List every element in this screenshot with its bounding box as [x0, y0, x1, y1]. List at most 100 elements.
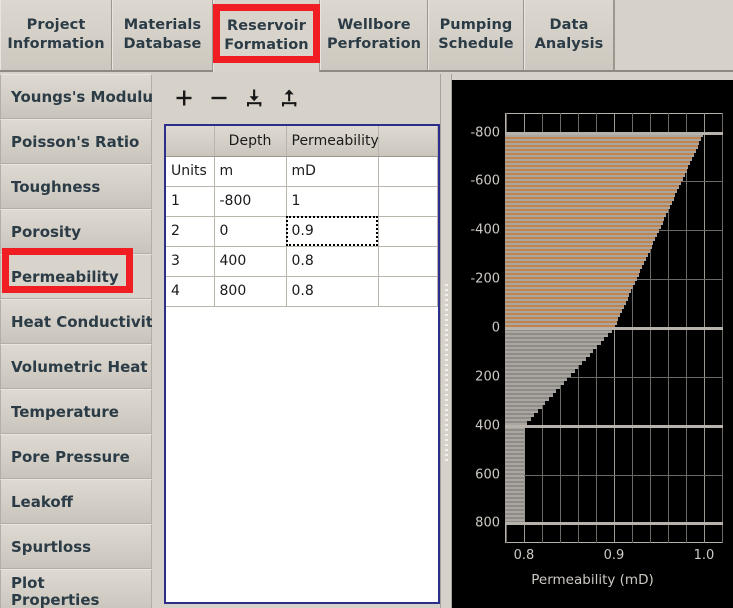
chart-horizon-line: [505, 327, 723, 330]
sidebar-item-label: Heat Conductivity: [11, 312, 152, 331]
table-row: 4 800 0.8: [166, 276, 438, 307]
cell-depth[interactable]: -800: [214, 186, 287, 217]
sidebar-item-label: Pore Pressure: [11, 447, 130, 466]
sidebar-item-temperature[interactable]: Temperature: [0, 389, 152, 434]
cell-filler: [378, 246, 438, 277]
cell-permeability[interactable]: 0.8: [286, 246, 379, 277]
add-row-button[interactable]: [170, 84, 198, 112]
cell-filler: [378, 156, 438, 187]
panel-splitter[interactable]: [440, 74, 452, 608]
row-header[interactable]: 1: [166, 186, 215, 217]
tab-bar-filler: [614, 0, 733, 70]
column-header-permeability[interactable]: Permeability: [286, 126, 379, 157]
tab-label: Wellbore Perforation: [326, 17, 422, 52]
row-header-empty: [166, 306, 215, 307]
remove-row-button[interactable]: [205, 84, 233, 112]
export-icon: [279, 88, 299, 108]
sidebar-item-label: Leakoff: [11, 492, 73, 511]
sidebar-item-label: Porosity: [11, 222, 82, 241]
tab-pumping-schedule[interactable]: Pumping Schedule: [428, 0, 524, 70]
sidebar-item-toughness[interactable]: Toughness: [0, 164, 152, 209]
sidebar-item-porosity[interactable]: Porosity: [0, 209, 152, 254]
table-corner-header[interactable]: [166, 126, 215, 157]
row-header[interactable]: 4: [166, 276, 215, 307]
cell-depth[interactable]: 800: [214, 276, 287, 307]
chart-y-tick-label: -800: [470, 125, 500, 141]
table-empty-space: [166, 306, 438, 307]
chart-y-tick-label: -600: [470, 173, 500, 189]
chart-y-tick-label: -400: [470, 222, 500, 238]
tab-project-information[interactable]: Project Information: [0, 0, 112, 70]
chart-x-tick-label: 0.9: [603, 548, 625, 563]
sidebar-item-spurtloss[interactable]: Spurtloss: [0, 524, 152, 569]
tab-label: Reservoir Formation: [224, 18, 309, 53]
chart-y-tick-label: 200: [475, 369, 500, 385]
table-row-units: Units m mD: [166, 156, 438, 187]
row-header[interactable]: 2: [166, 216, 215, 247]
sidebar-item-permeability[interactable]: Permeability: [0, 254, 152, 299]
cell-permeability[interactable]: 0.8: [286, 276, 379, 307]
tab-label: Data Analysis: [534, 17, 604, 52]
chart-plot-area[interactable]: [505, 113, 723, 543]
property-sidebar: Youngs's Modulus Poisson's Ratio Toughness…: [0, 74, 152, 608]
tab-materials-database[interactable]: Materials Database: [112, 0, 213, 70]
sidebar-item-volumetric-heat-capacity[interactable]: Volumetric Heat C: [0, 344, 152, 389]
chart-x-axis-labels: 0.8 0.9 1.0: [505, 548, 723, 568]
tab-data-analysis[interactable]: Data Analysis: [524, 0, 614, 70]
cell-units-permeability[interactable]: mD: [286, 156, 379, 187]
import-button[interactable]: [240, 84, 268, 112]
plus-icon: [174, 88, 194, 108]
cell-permeability[interactable]: 0.9: [286, 216, 379, 247]
chart-x-axis-title: Permeability (mD): [531, 572, 654, 588]
table-row: 2 0 0.9: [166, 216, 438, 247]
chart-y-tick-label: 800: [475, 515, 500, 531]
column-header-depth[interactable]: Depth: [214, 126, 287, 157]
cell-filler: [378, 186, 438, 217]
table-row: 3 400 0.8: [166, 246, 438, 277]
tab-reservoir-formation[interactable]: Reservoir Formation: [213, 0, 320, 72]
chart-x-tick-label: 0.8: [513, 548, 535, 563]
tab-wellbore-perforation[interactable]: Wellbore Perforation: [320, 0, 428, 70]
sidebar-item-label: Temperature: [11, 402, 119, 421]
row-header[interactable]: Units: [166, 156, 215, 187]
chart-gridline-y: [505, 475, 723, 476]
sidebar-item-poissons-ratio[interactable]: Poisson's Ratio: [0, 119, 152, 164]
table-toolbar: [156, 84, 440, 118]
sidebar-item-leakoff[interactable]: Leakoff: [0, 479, 152, 524]
sidebar-item-label: Youngs's Modulus: [11, 87, 152, 106]
sidebar-item-pore-pressure[interactable]: Pore Pressure: [0, 434, 152, 479]
chart-horizon-line: [505, 425, 723, 428]
cell-filler: [378, 306, 438, 307]
sidebar-item-plot-properties[interactable]: Plot Properties: [0, 569, 152, 608]
sidebar-item-youngs-modulus[interactable]: Youngs's Modulus: [0, 74, 152, 119]
column-header-filler: [378, 126, 438, 157]
chart-y-tick-label: 400: [475, 418, 500, 434]
export-button[interactable]: [275, 84, 303, 112]
chart-x-tick-label: 1.0: [693, 548, 715, 563]
table-header-row: Depth Permeability: [166, 126, 438, 157]
cell-empty: [214, 306, 286, 307]
chart-y-tick-label: -200: [470, 271, 500, 287]
permeability-chart: -800 -600 -400 -200 0 200 400 600 800 0.8 0.9 1.0 …: [452, 80, 733, 608]
chart-y-tick-label: 600: [475, 467, 500, 483]
cell-filler: [378, 276, 438, 307]
main-tab-bar: Project Information Materials Database Reser…: [0, 0, 733, 72]
splitter-grip-icon: [445, 284, 448, 464]
tab-label: Pumping Schedule: [438, 17, 514, 52]
tab-label: Project Information: [7, 17, 105, 52]
sidebar-item-label: Plot Properties: [11, 574, 100, 608]
row-header[interactable]: 3: [166, 246, 215, 277]
sidebar-item-label: Toughness: [11, 177, 101, 196]
cell-units-depth[interactable]: m: [214, 156, 287, 187]
cell-permeability[interactable]: 1: [286, 186, 379, 217]
cell-depth[interactable]: 400: [214, 246, 287, 277]
cell-depth[interactable]: 0: [214, 216, 287, 247]
table-panel: Depth Permeability Units m mD 1 -800 1 2 0 0.9 3 4…: [156, 74, 440, 608]
chart-horizon-line: [505, 522, 723, 525]
cell-filler: [378, 216, 438, 247]
data-grid[interactable]: Depth Permeability Units m mD 1 -800 1 2 0 0.9 3 4…: [164, 124, 440, 604]
chart-y-axis-labels: -800 -600 -400 -200 0 200 400 600 800: [452, 113, 500, 543]
sidebar-item-heat-conductivity[interactable]: Heat Conductivity: [0, 299, 152, 344]
sidebar-item-label: Spurtloss: [11, 537, 92, 556]
sidebar-item-label: Poisson's Ratio: [11, 132, 140, 151]
